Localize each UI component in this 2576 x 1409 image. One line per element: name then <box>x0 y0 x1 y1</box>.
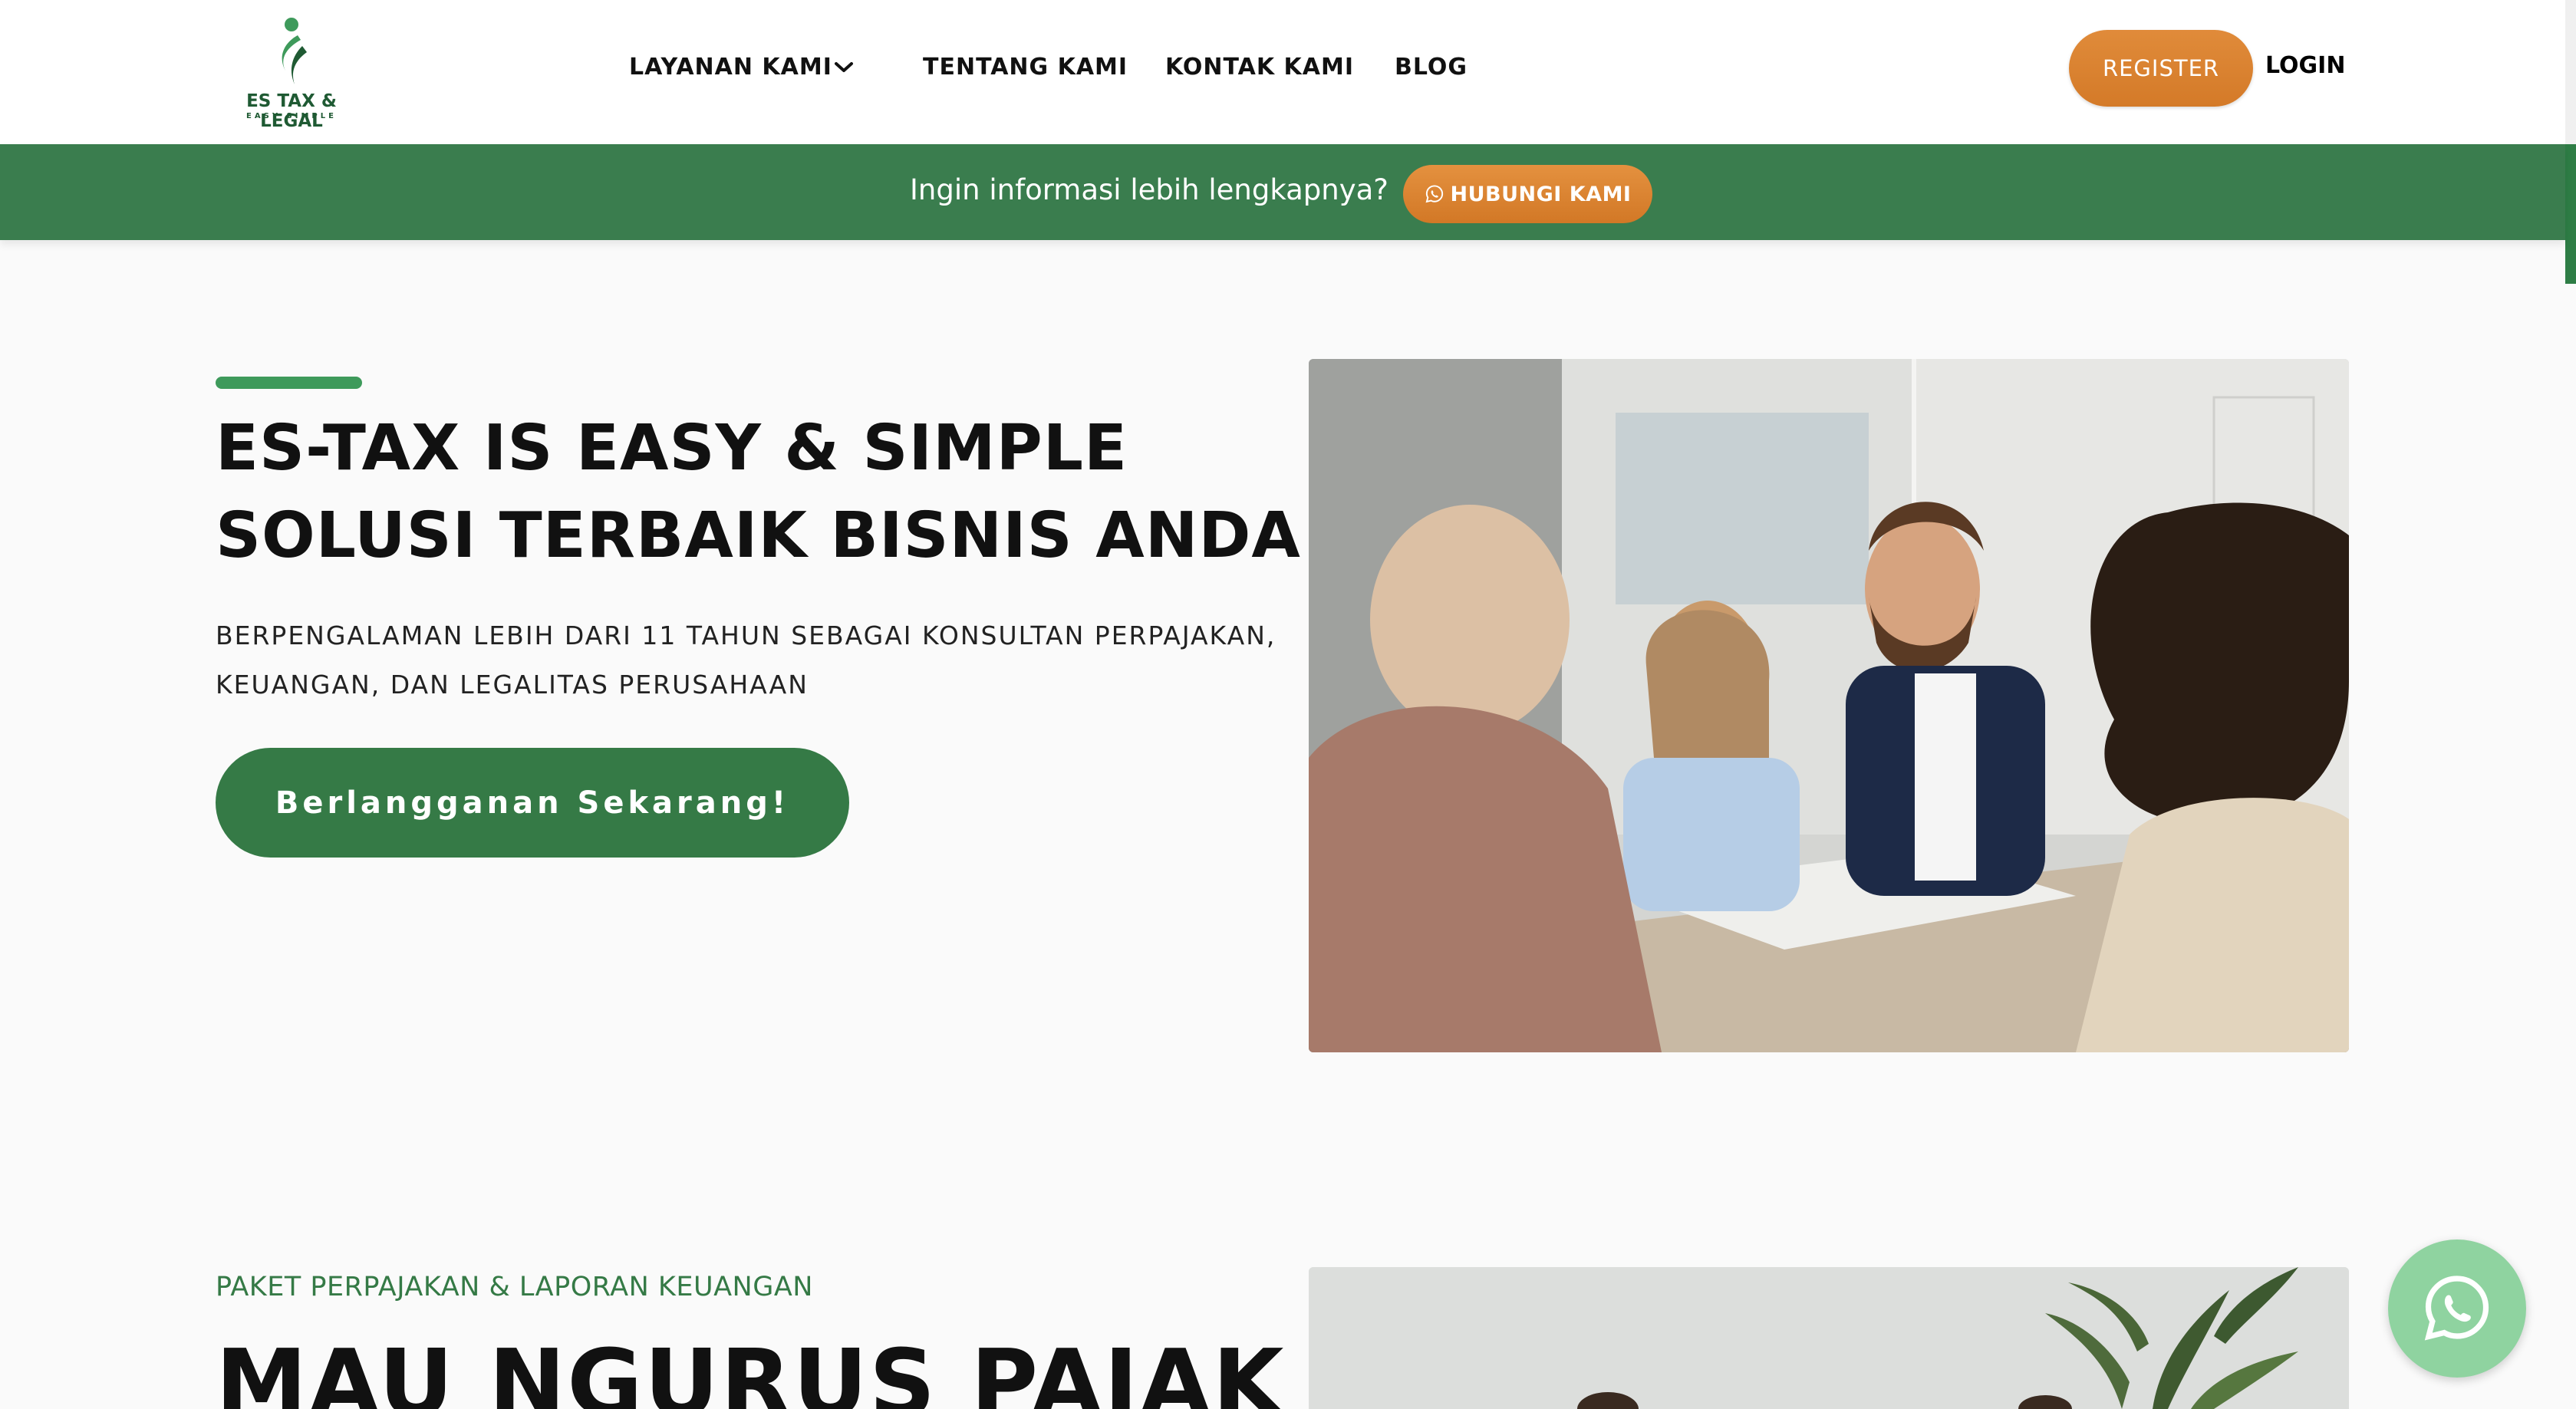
hero-title: ES-TAX IS EASY & SIMPLE SOLUSI TERBAIK B… <box>216 405 1331 580</box>
hero-subtitle: BERPENGALAMAN LEBIH DARI 11 TAHUN SEBAGA… <box>216 611 1290 709</box>
logo-name: ES TAX & LEGAL <box>246 91 337 131</box>
hero-title-line-1: ES-TAX IS EASY & SIMPLE <box>216 412 1128 485</box>
whatsapp-floating-button[interactable] <box>2388 1239 2526 1378</box>
hero-accent-line <box>216 377 362 389</box>
section-photo <box>1309 1267 2349 1409</box>
banner-text: Ingin informasi lebih lengkapnya? <box>910 173 1388 206</box>
hero-subtitle-line-2: KEUANGAN, DAN LEGALITAS PERUSAHAAN <box>216 670 809 700</box>
hero-subtitle-line-1: BERPENGALAMAN LEBIH DARI 11 TAHUN SEBAGA… <box>216 621 1276 650</box>
register-button[interactable]: REGISTER <box>2069 30 2253 107</box>
login-link[interactable]: LOGIN <box>2265 52 2345 79</box>
section-label: PAKET PERPAJAKAN & LAPORAN KEUANGAN <box>216 1272 813 1302</box>
plant-photo-illustration <box>1309 1267 2349 1409</box>
nav-item-blog[interactable]: BLOG <box>1395 54 1468 81</box>
hero-title-line-2: SOLUSI TERBAIK BISNIS ANDA! <box>216 499 1331 572</box>
whatsapp-icon <box>2424 1276 2489 1341</box>
section-title: MAU NGURUS PAJAK <box>216 1331 1286 1409</box>
leaf-figure-logo-icon <box>282 18 307 84</box>
whatsapp-icon <box>1425 185 1443 203</box>
logo-tagline: EASY SIMPLE <box>246 112 337 120</box>
meeting-illustration <box>1309 359 2349 1052</box>
nav-item-tentang-kami[interactable]: TENTANG KAMI <box>923 54 1128 81</box>
scrollbar-top <box>2565 0 2576 144</box>
subscribe-button[interactable]: Berlangganan Sekarang! <box>216 748 849 858</box>
chevron-down-icon[interactable] <box>832 60 855 75</box>
site-header: ES TAX & LEGAL EASY SIMPLE LAYANAN KAMI … <box>0 0 2576 144</box>
hubungi-kami-button[interactable]: HUBUNGI KAMI <box>1403 165 1652 223</box>
nav-item-layanan-kami[interactable]: LAYANAN KAMI <box>629 54 832 81</box>
nav-item-kontak-kami[interactable]: KONTAK KAMI <box>1165 54 1354 81</box>
site-logo[interactable]: ES TAX & LEGAL EASY SIMPLE <box>215 17 368 131</box>
contact-banner: Ingin informasi lebih lengkapnya? HUBUNG… <box>0 144 2565 240</box>
hero-photo-meeting <box>1309 359 2349 1052</box>
hubungi-kami-label: HUBUNGI KAMI <box>1450 182 1632 206</box>
